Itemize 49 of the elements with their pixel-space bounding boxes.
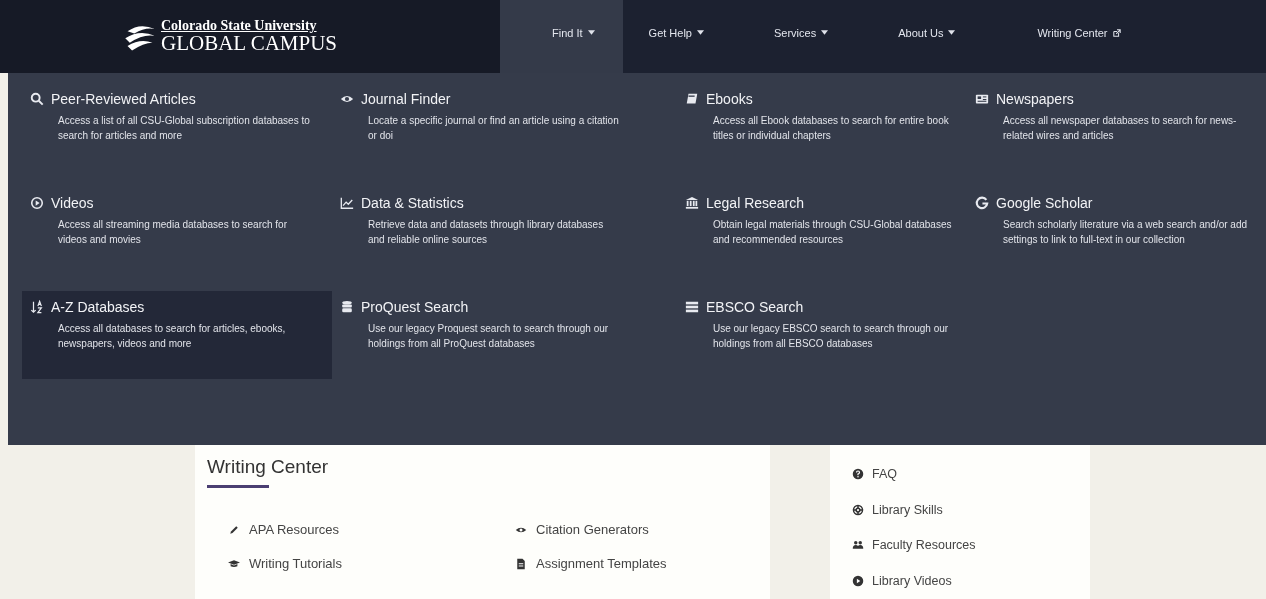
building-icon [685, 196, 699, 210]
resource-link[interactable]: Writing Tutorials [228, 556, 515, 571]
graduation-cap-icon [228, 557, 240, 570]
sidebar-link[interactable]: Library Videos [852, 574, 1090, 587]
section-title: Writing Center [207, 455, 330, 478]
resource-link[interactable]: Assignment Templates [515, 556, 755, 571]
caret-icon [697, 30, 704, 35]
list-icon [685, 300, 699, 314]
sidebar-link[interactable]: Library Skills [852, 503, 1090, 516]
caret-icon [948, 30, 956, 35]
sort-icon [30, 300, 44, 314]
caret-icon [821, 30, 829, 35]
nav-menu-item[interactable]: Get Help [626, 0, 726, 73]
sidebar-link[interactable]: FAQ [852, 468, 1090, 481]
help-icon [852, 468, 864, 481]
play-icon [30, 196, 44, 210]
menu-link[interactable]: Videos Access all streaming media databases to search for videos and movies [22, 187, 332, 287]
menu-link[interactable]: Peer-Reviewed Articles Access a list of all CSU-Global subscription databases to search for articles and more [22, 83, 332, 183]
menu-link[interactable]: Legal Research Obtain legal materials through CSU-Global databases and recommended resources [677, 187, 967, 287]
menu-link[interactable]: A-Z Databases Access all databases to search for articles, ebooks, newspapers, videos and more [22, 291, 332, 379]
title-underline [207, 485, 269, 488]
search-icon [30, 92, 44, 106]
menu-link[interactable]: Ebooks Access all Ebook databases to search for entire book titles or individual chapters [677, 83, 967, 183]
university-logo[interactable]: Colorado State University GLOBAL CAMPUS [161, 19, 337, 54]
nav-menu-item[interactable]: Writing Center [1015, 0, 1143, 73]
newspaper-icon [975, 92, 989, 106]
caret-icon [587, 30, 595, 35]
sidebar-link[interactable]: Faculty Resources [852, 539, 1090, 552]
line-chart-icon [340, 196, 354, 210]
book-icon [685, 92, 699, 106]
nav-menu-item[interactable]: Find It [500, 0, 623, 73]
nav-menu-item[interactable]: About Us [876, 0, 978, 73]
menu-link[interactable]: Google Scholar Search scholarly literature via a web search and/or add settings to link to full-text in our collection [967, 187, 1266, 287]
menu-link[interactable]: ProQuest Search Use our legacy Proquest search to search through our holdings from all ProQuest databases [332, 291, 677, 379]
nav-menu-item[interactable]: Services [752, 0, 851, 73]
menu-link[interactable]: Journal Finder Locate a specific journal or find an article using a citation or doi [332, 83, 677, 183]
external-link-icon [1112, 28, 1121, 37]
menu-link[interactable]: Data & Statistics Retrieve data and datasets through library databases and reliable online sources [332, 187, 677, 287]
play-icon [852, 574, 864, 587]
menu-link[interactable]: Newspapers Access all newspaper databases to search for news-related wires and articles [967, 83, 1266, 183]
lifebuoy-icon [852, 503, 864, 516]
menu-link[interactable]: EBSCO Search Use our legacy EBSCO search to search through our holdings from all EBSCO databases [677, 291, 967, 379]
document-icon [515, 557, 527, 570]
people-icon [852, 539, 864, 552]
database-icon [340, 300, 354, 314]
pencil-icon [228, 523, 240, 536]
resource-link[interactable]: APA Resources [228, 522, 515, 537]
letter-g-icon [975, 196, 989, 210]
resource-link[interactable]: Citation Generators [515, 522, 755, 537]
